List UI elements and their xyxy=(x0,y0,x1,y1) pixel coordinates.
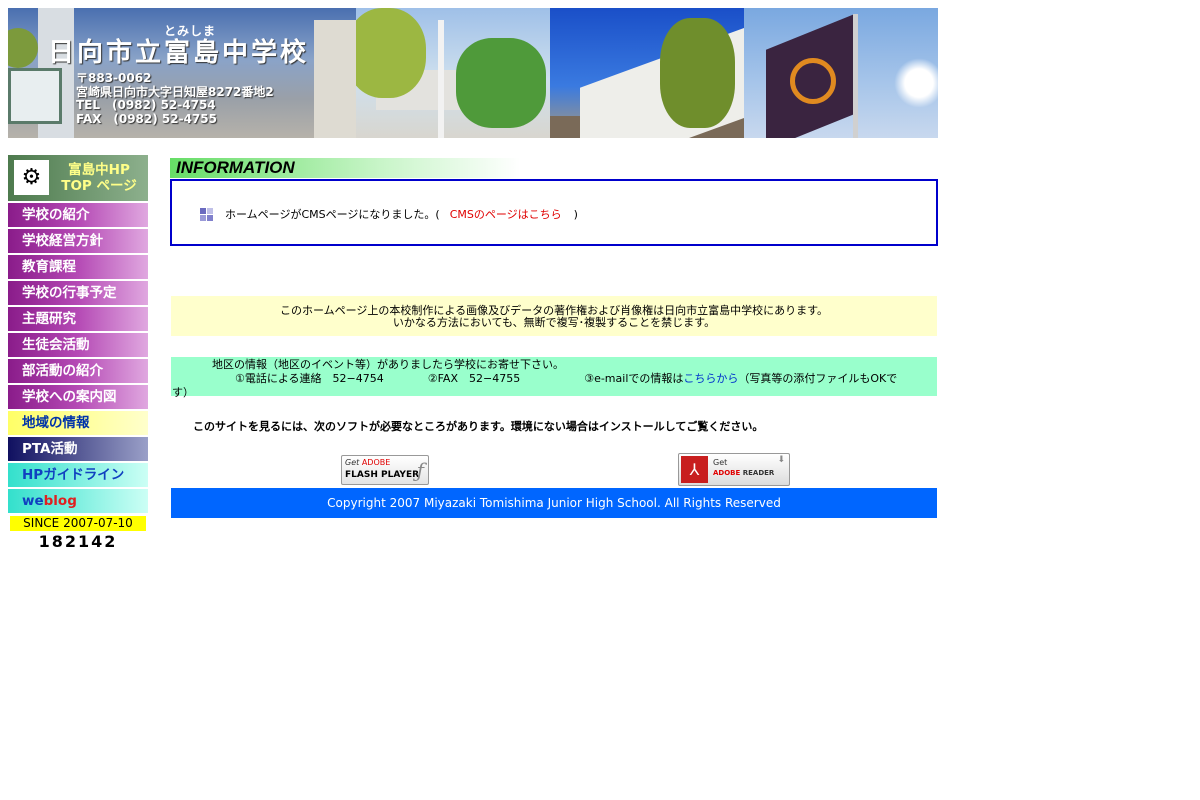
banner-photo-building xyxy=(550,8,744,138)
sidebar-item-management-policy[interactable]: 学校経営方針 xyxy=(8,229,148,253)
footer-copyright: Copyright 2007 Miyazaki Tomishima Junior… xyxy=(171,488,937,518)
information-close-paren: ) xyxy=(573,207,578,221)
region-info-contacts: ①電話による連絡 52−4754 ②FAX 52−4755 ③e-mailでの情報は… xyxy=(171,372,937,386)
sidebar-item-student-council[interactable]: 生徒会活動 xyxy=(8,333,148,357)
fax: FAX (0982) 52-4755 xyxy=(76,111,217,126)
sidebar-item-local-info[interactable]: 地域の情報 xyxy=(8,411,148,435)
address: 宮崎県日向市大字日知屋8272番地2 xyxy=(76,84,274,99)
grid-bullet-icon xyxy=(200,207,213,221)
sidebar-item-curriculum[interactable]: 教育課程 xyxy=(8,255,148,279)
flag-emblem xyxy=(790,58,836,104)
sidebar-item-school-map[interactable]: 学校への案内図 xyxy=(8,385,148,409)
sidebar-item-weblog[interactable]: weblog xyxy=(8,489,148,513)
lamp-post xyxy=(438,20,444,138)
sidebar-item-hp-guideline[interactable]: HPガイドライン xyxy=(8,463,148,487)
get-adobe-reader-button[interactable]: ⅄ Get ADOBE READER ⬇ xyxy=(678,453,790,486)
tree-shape xyxy=(8,28,38,68)
flash-get-label: Get ADOBE xyxy=(345,458,391,467)
download-arrow-icon: ⬇ xyxy=(777,455,785,465)
school-name: 日向市立富島中学校 xyxy=(48,38,310,68)
top-page-label-line1: 富島中HP xyxy=(68,162,130,178)
school-contact: 〒883-0062 宮崎県日向市大字日知屋8272番地2 TEL (0982) … xyxy=(76,71,274,126)
sidebar-item-pta[interactable]: PTA活動 xyxy=(8,437,148,461)
school-emblem-icon: ⚙ xyxy=(14,160,49,195)
information-heading-text: INFORMATION xyxy=(176,158,295,177)
tree-shape xyxy=(356,8,426,98)
phone-contact: ①電話による連絡 52−4754 xyxy=(235,372,384,385)
sidebar-nav: ⚙ 富島中HP TOP ページ 学校の紹介 学校経営方針 教育課程 学校の行事予… xyxy=(8,155,148,551)
sidebar-item-school-intro[interactable]: 学校の紹介 xyxy=(8,203,148,227)
reader-get-label: Get xyxy=(713,458,728,467)
top-page-label: 富島中HP TOP ページ xyxy=(54,162,144,194)
region-info-intro: 地区の情報（地区のイベント等）がありましたら学校にお寄せ下さい。 xyxy=(212,358,564,371)
header-banner: とみしま 日向市立富島中学校 〒883-0062 宮崎県日向市大字日知屋8272… xyxy=(8,8,938,138)
since-date: SINCE 2007-07-10 xyxy=(10,516,146,531)
adobe-pdf-icon: ⅄ xyxy=(681,456,708,483)
tel: TEL (0982) 52-4754 xyxy=(76,98,216,112)
notice-board xyxy=(8,68,62,124)
tree-shape xyxy=(660,18,735,128)
building-shape xyxy=(314,20,356,138)
flash-logo-icon: ƒ xyxy=(416,458,424,482)
fax-contact: ②FAX 52−4755 xyxy=(427,372,521,385)
cms-page-link[interactable]: CMSのページはこちら xyxy=(450,206,562,222)
region-info-box: 地区の情報（地区のイベント等）がありましたら学校にお寄せ下さい。 ①電話による連… xyxy=(171,357,937,399)
information-item: ホームページがCMSページになりました。( CMSのページはこちら ) xyxy=(200,206,578,222)
information-box: ホームページがCMSページになりました。( CMSのページはこちら ) xyxy=(170,179,938,246)
visitor-counter: 182142 xyxy=(38,532,118,551)
email-prefix: ③e-mailでの情報は xyxy=(584,372,684,385)
reader-name-label: ADOBE READER xyxy=(713,469,775,477)
copyright-notice-line2: いかなる方法においても、無断で複写･複製することを禁じます。 xyxy=(392,316,716,329)
flag-pole xyxy=(853,14,858,138)
sidebar-item-theme-research[interactable]: 主題研究 xyxy=(8,307,148,331)
weblog-label-we: we xyxy=(22,493,44,509)
sidebar-item-event-schedule[interactable]: 学校の行事予定 xyxy=(8,281,148,305)
information-message: ホームページがCMSページになりました。( xyxy=(225,208,440,221)
tree-shape xyxy=(456,38,546,128)
software-notice: このサイトを見るには、次のソフトが必要なところがあります。環境にない場合はインス… xyxy=(193,420,764,433)
sun-shape xyxy=(894,58,938,108)
sidebar-item-club-activities[interactable]: 部活動の紹介 xyxy=(8,359,148,383)
information-heading: INFORMATION xyxy=(170,158,520,178)
top-page-label-line2: TOP ページ xyxy=(61,178,137,194)
get-flash-player-button[interactable]: Get ADOBE FLASH PLAYER ƒ xyxy=(341,455,429,485)
copyright-notice: このホームページ上の本校制作による画像及びデータの著作権および肖像権は日向市立富… xyxy=(171,296,937,336)
postal-code: 〒883-0062 xyxy=(76,71,152,85)
flash-player-label: FLASH PLAYER xyxy=(345,470,420,480)
email-suffix: （写真等の添付ファイルもOKで xyxy=(738,372,898,385)
region-info-wrap: す） xyxy=(172,386,194,399)
email-link[interactable]: こちらから xyxy=(683,372,738,385)
banner-photo-flag xyxy=(744,8,938,138)
banner-photo-courtyard xyxy=(356,8,550,138)
weblog-label-blog: blog xyxy=(43,493,77,509)
banner-photo-entrance: とみしま 日向市立富島中学校 〒883-0062 宮崎県日向市大字日知屋8272… xyxy=(8,8,356,138)
top-page-button[interactable]: ⚙ 富島中HP TOP ページ xyxy=(8,155,148,201)
